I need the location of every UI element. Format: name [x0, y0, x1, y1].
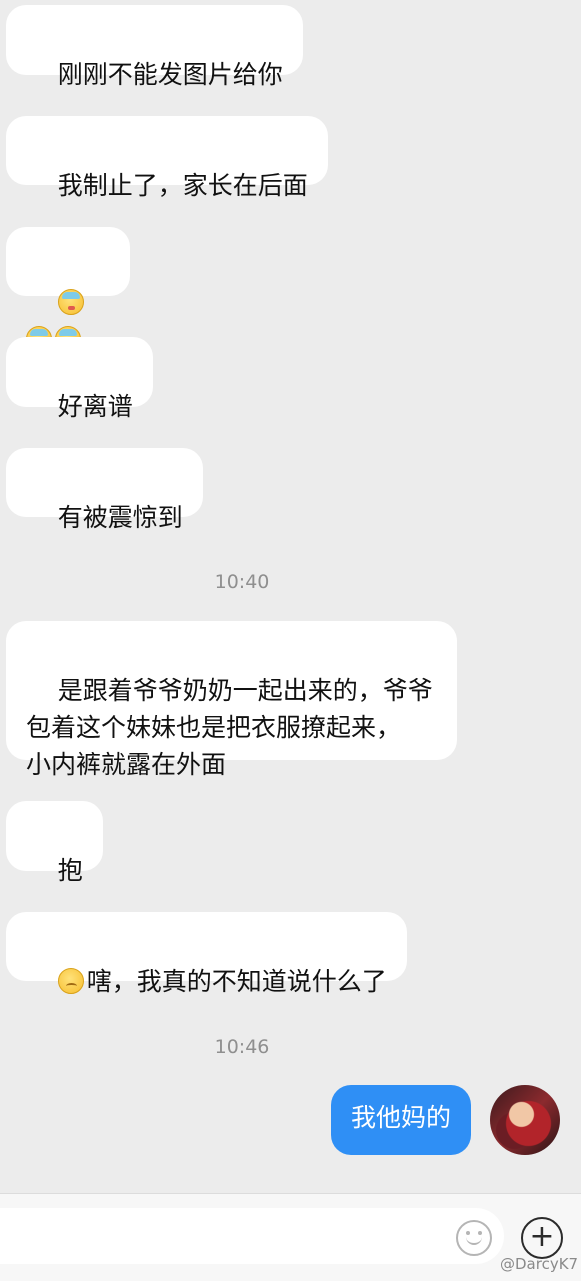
- shushing-face-emoji: [57, 968, 84, 994]
- message-input[interactable]: [0, 1208, 504, 1264]
- message-bubble[interactable]: 有被震惊到: [6, 448, 203, 532]
- avatar[interactable]: [490, 1085, 560, 1155]
- message-bubble[interactable]: 嗐，我真的不知道说什么了: [6, 912, 407, 996]
- watermark: @DarcyK7: [500, 1255, 579, 1273]
- emoji-picker-icon[interactable]: [456, 1220, 492, 1256]
- message-text: 我他妈的: [351, 1103, 452, 1132]
- message-text: 好离谱: [57, 392, 133, 421]
- cold-face-emoji: [57, 289, 84, 315]
- message-bubble[interactable]: 是跟着爷爷奶奶一起出来的，爷爷 包着这个妹妹也是把衣服撩起来， 小内裤就露在外面: [6, 621, 457, 779]
- composer-bar: [0, 1193, 581, 1281]
- timestamp: 10:40: [214, 571, 270, 593]
- message-text: 我制止了，家长在后面: [57, 171, 308, 200]
- message-bubble-emoji[interactable]: [6, 227, 130, 352]
- message-text: 嗐，我真的不知道说什么了: [86, 967, 387, 996]
- sent-message-bubble[interactable]: 我他妈的: [331, 1085, 472, 1155]
- message-text: 有被震惊到: [57, 503, 183, 532]
- message-bubble[interactable]: 刚刚不能发图片给你: [6, 5, 303, 89]
- message-bubble[interactable]: 好离谱: [6, 337, 153, 421]
- message-bubble[interactable]: 抱: [6, 801, 103, 885]
- message-text: 是跟着爷爷奶奶一起出来的，爷爷 包着这个妹妹也是把衣服撩起来， 小内裤就露在外面: [26, 676, 433, 779]
- message-text: 抱: [57, 856, 83, 885]
- plus-icon[interactable]: +: [521, 1217, 563, 1259]
- message-text: 刚刚不能发图片给你: [57, 60, 283, 89]
- timestamp: 10:46: [214, 1036, 270, 1058]
- message-bubble[interactable]: 我制止了，家长在后面: [6, 116, 328, 200]
